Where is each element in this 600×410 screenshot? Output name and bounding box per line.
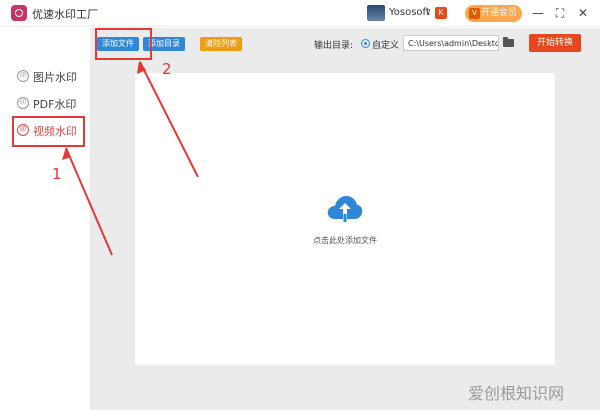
sidebar (0, 28, 90, 410)
title-bar: 优速水印工厂 Yososoft ∨ K V 开通会员 — ⛶ ✕ (0, 0, 600, 27)
annotation-number-2: 2 (162, 60, 172, 78)
annotation-number-1: 1 (52, 165, 62, 183)
start-convert-button[interactable]: 开始转换 (529, 34, 581, 52)
output-path-input[interactable] (403, 35, 499, 51)
site-watermark: 爱创根知识网 (468, 384, 565, 403)
vip-button[interactable]: V 开通会员 (465, 5, 522, 22)
vip-icon: V (469, 8, 480, 19)
seal-icon: 印 (17, 70, 29, 82)
badge-icon: K (435, 7, 447, 19)
close-button[interactable]: ✕ (575, 4, 591, 22)
clear-list-button[interactable]: 清除列表 (200, 37, 242, 51)
minimize-button[interactable]: — (530, 4, 546, 22)
sidebar-item-image-watermark[interactable]: 印 图片水印 (17, 67, 97, 85)
annotation-box-add-file (95, 28, 152, 60)
vip-label: 开通会员 (481, 8, 518, 18)
sidebar-item-label: 图片水印 (33, 71, 77, 84)
custom-dir-label[interactable]: 自定义 (372, 38, 399, 51)
drop-hint-text[interactable]: 点击此处添加文件 (0, 235, 600, 246)
folder-icon[interactable] (503, 37, 514, 47)
seal-icon: 印 (17, 97, 29, 109)
username[interactable]: Yososoft (389, 7, 430, 18)
chevron-down-icon[interactable]: ∨ (425, 7, 432, 17)
sidebar-item-label: PDF水印 (33, 98, 77, 111)
avatar[interactable] (367, 5, 385, 21)
annotation-box-video-watermark (12, 116, 85, 147)
cloud-upload-icon[interactable] (326, 194, 364, 222)
sidebar-item-pdf-watermark[interactable]: 印 PDF水印 (17, 94, 97, 112)
app-logo-icon (11, 5, 27, 21)
app-title: 优速水印工厂 (32, 8, 98, 21)
output-dir-label: 输出目录: (314, 41, 354, 51)
maximize-button[interactable]: ⛶ (552, 4, 568, 22)
custom-dir-radio[interactable] (361, 39, 370, 48)
